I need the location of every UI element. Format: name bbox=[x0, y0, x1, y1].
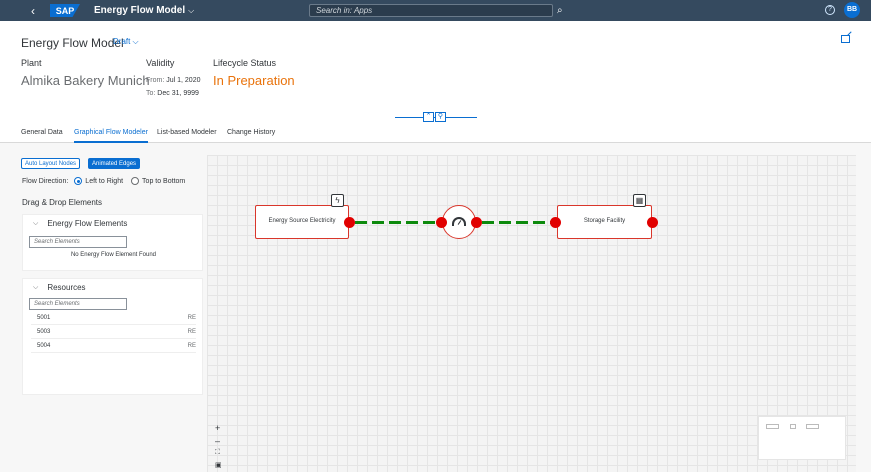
minimap[interactable] bbox=[758, 416, 846, 460]
validity-label: Validity bbox=[146, 58, 175, 68]
validity-to: To: Dec 31, 9999 bbox=[146, 90, 199, 97]
resource-id: 5004 bbox=[37, 343, 51, 349]
node-port[interactable] bbox=[471, 217, 482, 228]
gauge-icon bbox=[452, 217, 466, 226]
app-title-label: Energy Flow Model bbox=[94, 5, 186, 16]
object-header: Energy Flow Model Draft ⌵ Plant Almika B… bbox=[0, 21, 871, 128]
resource-code: RE bbox=[187, 343, 196, 349]
collapse-header-icon[interactable]: ⌃ bbox=[423, 112, 434, 122]
chevron-down-icon: ⌵ bbox=[188, 5, 195, 15]
avatar[interactable]: BB bbox=[844, 2, 860, 18]
energy-elements-title: Energy Flow Elements bbox=[47, 219, 128, 228]
pin-header-icon[interactable]: ⚲ bbox=[435, 112, 446, 122]
resource-code: RE bbox=[187, 315, 196, 321]
list-item[interactable]: 5003 RE bbox=[31, 327, 196, 339]
resource-code: RE bbox=[187, 329, 196, 335]
fit-to-screen-icon[interactable]: ⛶ bbox=[215, 449, 220, 457]
help-icon[interactable]: ? bbox=[825, 5, 835, 15]
lightning-icon: ϟ bbox=[331, 194, 344, 207]
plant-value: Almika Bakery Munich bbox=[21, 73, 150, 88]
variant-menu[interactable]: Draft ⌵ bbox=[113, 37, 139, 47]
resource-id: 5003 bbox=[37, 329, 51, 335]
radio-top-to-bottom-label: Top to Bottom bbox=[142, 177, 186, 185]
minimap-node bbox=[766, 424, 779, 429]
resources-header[interactable]: ⌵ Resources bbox=[33, 283, 86, 292]
status-label: Lifecycle Status bbox=[213, 58, 277, 68]
status-value: In Preparation bbox=[213, 73, 295, 88]
back-icon[interactable]: ‹ bbox=[24, 4, 42, 18]
page-title: Energy Flow Model bbox=[21, 36, 124, 50]
app-title-menu[interactable]: Energy Flow Model ⌵ bbox=[94, 5, 194, 16]
flow-edge[interactable] bbox=[355, 221, 440, 224]
auto-layout-button[interactable]: Auto Layout Nodes bbox=[21, 158, 81, 169]
validity-from: From: Jul 1, 2020 bbox=[146, 77, 200, 84]
chevron-down-icon: ⌵ bbox=[33, 283, 39, 291]
tab-general-data[interactable]: General Data bbox=[21, 129, 63, 143]
resources-title: Resources bbox=[47, 283, 86, 292]
empty-message: No Energy Flow Element Found bbox=[70, 252, 157, 258]
dnd-title: Drag & Drop Elements bbox=[22, 198, 103, 207]
node-label: Energy Source Electricity bbox=[268, 218, 336, 224]
plant-label: Plant bbox=[21, 58, 42, 68]
list-item[interactable]: 5001 RE bbox=[31, 313, 196, 325]
energy-elements-search-input[interactable]: Search Elements bbox=[29, 236, 127, 248]
search-input[interactable]: Search in: Apps bbox=[309, 4, 553, 17]
node-port[interactable] bbox=[550, 217, 561, 228]
zoom-in-icon[interactable]: + bbox=[215, 423, 220, 433]
tab-list-based-modeler[interactable]: List-based Modeler bbox=[157, 129, 217, 143]
to-value: Dec 31, 9999 bbox=[157, 90, 199, 97]
list-item[interactable]: 5004 RE bbox=[31, 341, 196, 353]
storage-icon: ▦ bbox=[633, 194, 646, 207]
tab-bar: General Data Graphical Flow Modeler List… bbox=[0, 128, 871, 143]
node-port[interactable] bbox=[436, 217, 447, 228]
zoom-out-icon[interactable]: – bbox=[215, 436, 220, 446]
animated-edges-button[interactable]: Animated Edges bbox=[88, 158, 141, 169]
from-value: Jul 1, 2020 bbox=[166, 77, 201, 84]
minimap-node bbox=[806, 424, 819, 429]
header-controls: ⌃ ⚲ bbox=[423, 112, 446, 122]
radio-left-to-right[interactable] bbox=[74, 177, 83, 185]
node-storage-facility[interactable]: Storage Facility bbox=[557, 205, 652, 239]
resources-panel: ⌵ Resources Search Elements 5001 RE 5003… bbox=[22, 278, 203, 395]
share-icon[interactable] bbox=[841, 35, 850, 43]
search-icon[interactable]: ⌕ bbox=[557, 5, 563, 16]
to-label: To: bbox=[146, 90, 156, 97]
resources-search-input[interactable]: Search Elements bbox=[29, 298, 127, 310]
tab-graphical-flow-modeler[interactable]: Graphical Flow Modeler bbox=[74, 129, 148, 143]
from-label: From: bbox=[146, 77, 165, 84]
node-port[interactable] bbox=[647, 217, 658, 228]
radio-top-to-bottom[interactable] bbox=[131, 177, 140, 185]
flow-direction: Flow Direction: Left to Right Top to Bot… bbox=[22, 177, 185, 185]
energy-elements-header[interactable]: ⌵ Energy Flow Elements bbox=[33, 219, 127, 228]
flow-edge[interactable] bbox=[482, 221, 554, 224]
chevron-down-icon: ⌵ bbox=[33, 219, 39, 227]
node-label: Storage Facility bbox=[583, 218, 626, 224]
resource-id: 5001 bbox=[37, 315, 51, 321]
sap-logo[interactable]: SAP bbox=[50, 4, 80, 17]
minimap-node bbox=[790, 424, 796, 429]
node-port[interactable] bbox=[344, 217, 355, 228]
radio-left-to-right-label: Left to Right bbox=[85, 177, 124, 185]
flow-direction-label: Flow Direction: bbox=[22, 177, 69, 185]
energy-elements-panel: ⌵ Energy Flow Elements Search Elements N… bbox=[22, 214, 203, 271]
overview-icon[interactable]: ▣ bbox=[215, 461, 222, 469]
node-energy-source[interactable]: Energy Source Electricity bbox=[255, 205, 349, 239]
tab-change-history[interactable]: Change History bbox=[227, 129, 275, 143]
